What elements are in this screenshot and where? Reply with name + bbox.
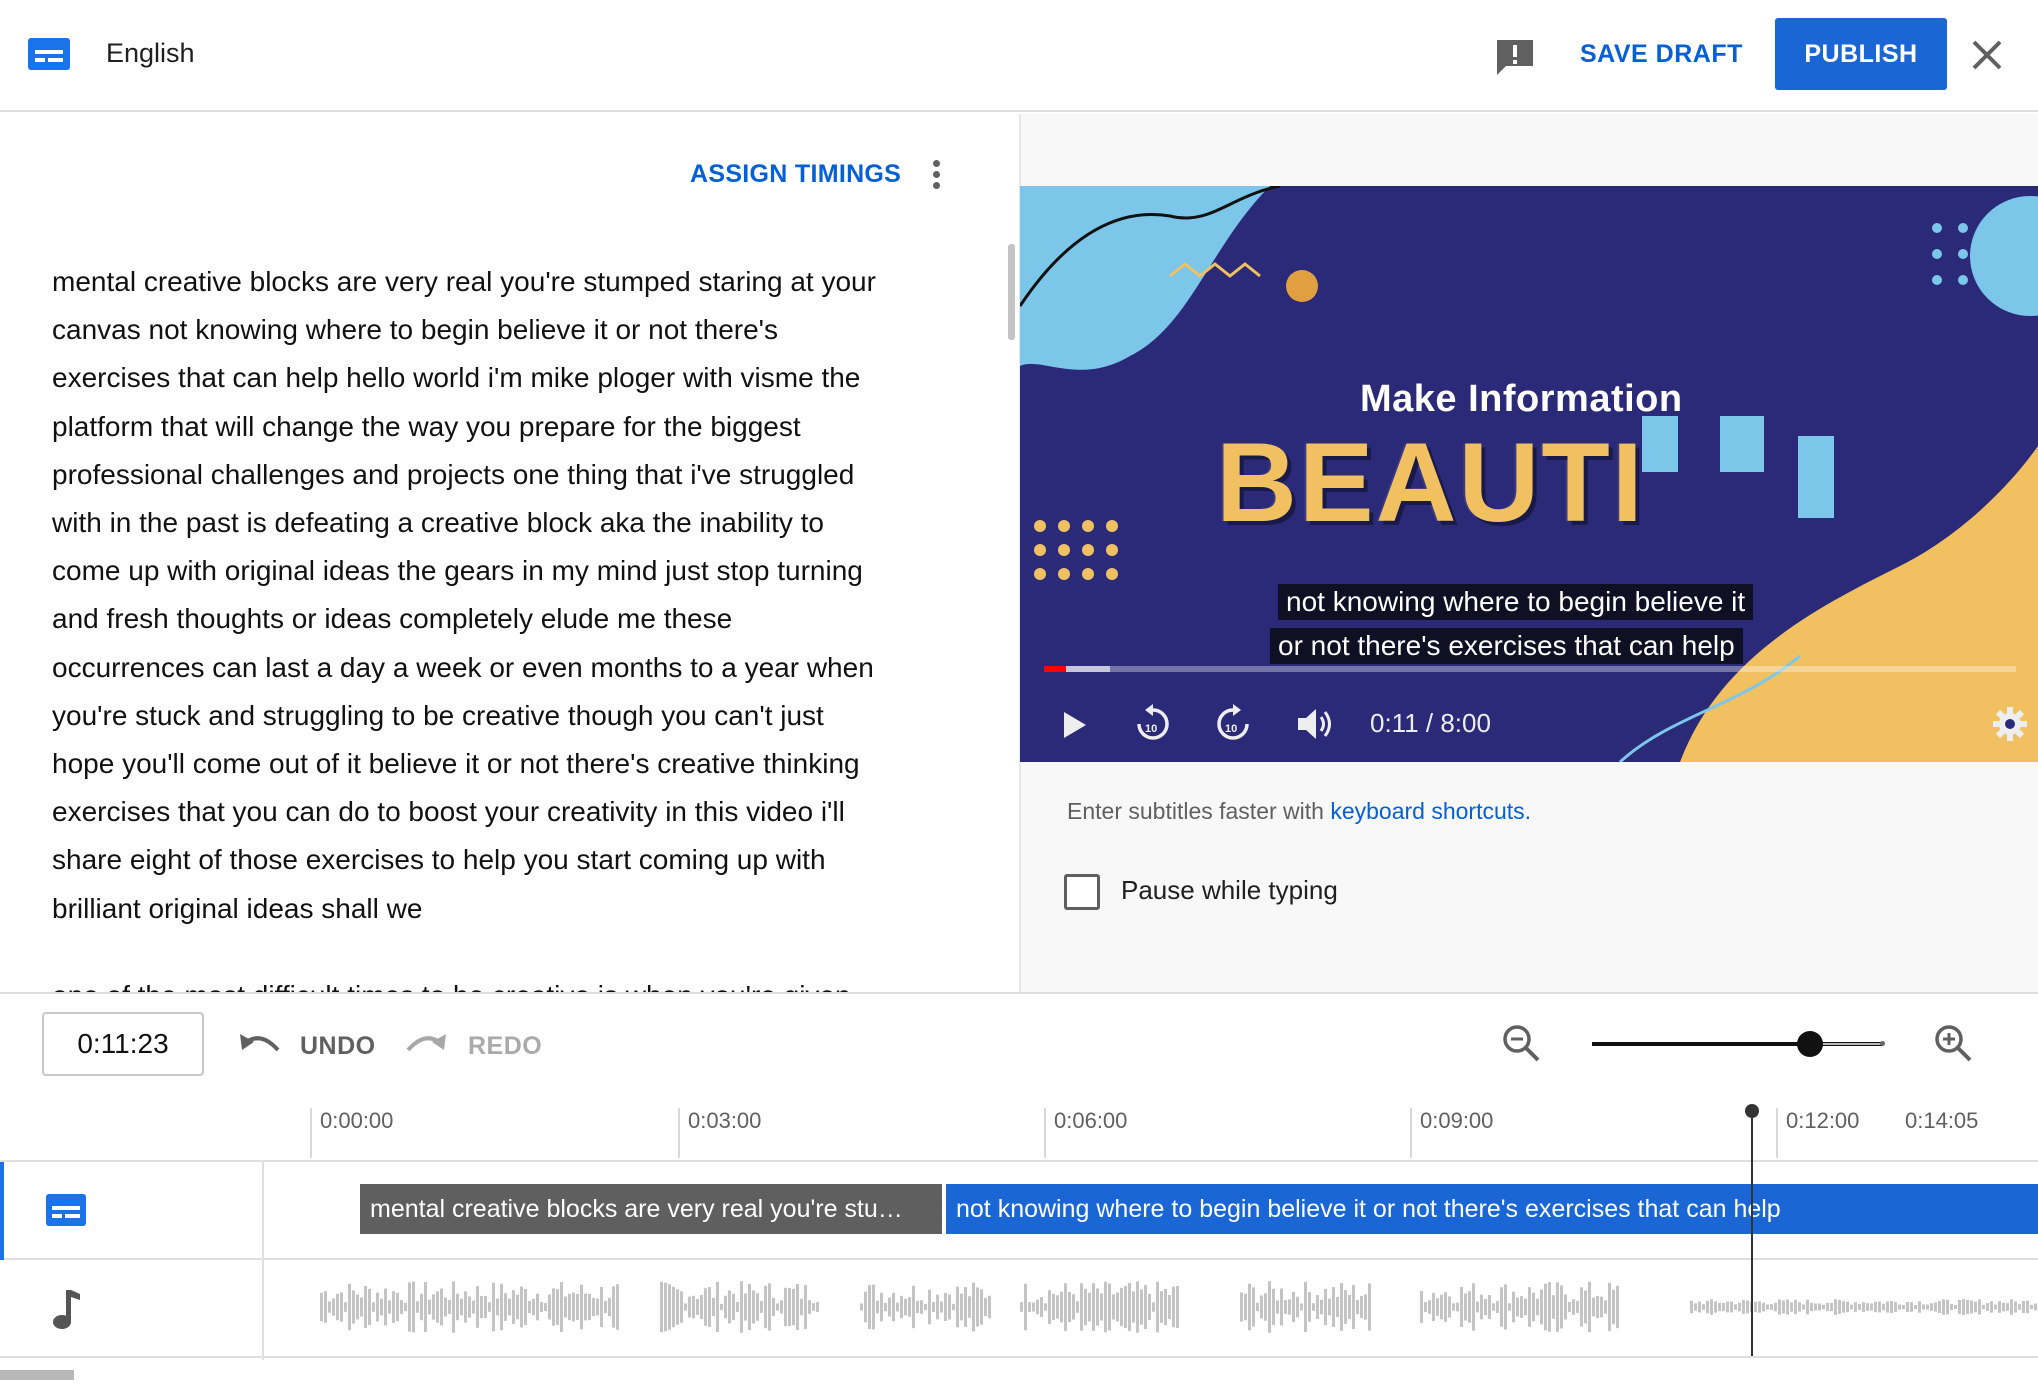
keyboard-shortcuts-link[interactable]: keyboard shortcuts (1330, 798, 1524, 824)
redo-icon[interactable] (404, 1030, 448, 1058)
gear-icon[interactable] (1990, 704, 2030, 744)
undo-icon[interactable] (238, 1030, 282, 1058)
music-note-icon (53, 1290, 80, 1329)
more-vert-icon[interactable] (930, 158, 942, 192)
ruler-tick (1044, 1108, 1046, 1158)
language-title: English (106, 38, 195, 68)
timeline-divider (0, 1160, 2038, 1162)
video-progress-track[interactable] (1044, 666, 2016, 672)
timeline-divider (0, 1258, 2038, 1260)
play-icon[interactable] (1060, 708, 1090, 742)
playhead[interactable] (1751, 1110, 1753, 1356)
video-title-line1: Make Information (1360, 378, 1683, 420)
ruler-label: 0:06:00 (1054, 1108, 1128, 1133)
publish-button[interactable]: PUBLISH (1775, 18, 1947, 90)
zoom-in-icon[interactable] (1932, 1022, 1974, 1064)
save-draft-button[interactable]: SAVE DRAFT (1580, 40, 1743, 69)
subtitle-segment-active[interactable]: not knowing where to begin believe it or… (946, 1184, 2038, 1234)
current-time-field[interactable]: 0:11:23 (42, 1012, 204, 1076)
replay-10-icon[interactable]: 10 (1132, 702, 1174, 746)
zoom-slider-end (1880, 1041, 1885, 1046)
close-icon[interactable] (1968, 36, 2006, 74)
subtitles-icon (46, 1194, 86, 1226)
ruler-label: 0:12:00 (1786, 1108, 1860, 1133)
shortcuts-hint-period: . (1524, 798, 1532, 824)
subtitle-track-indicator (0, 1162, 4, 1260)
undo-button[interactable]: UNDO (300, 1032, 376, 1061)
pause-while-typing-checkbox[interactable] (1064, 874, 1100, 910)
svg-text:10: 10 (1225, 723, 1237, 735)
shortcuts-hint-text: Enter subtitles faster with (1067, 798, 1324, 824)
playhead-handle[interactable] (1745, 1104, 1759, 1118)
shortcuts-hint: Enter subtitles faster with keyboard sho… (1067, 798, 1531, 825)
pause-while-typing-label[interactable]: Pause while typing (1121, 875, 1338, 906)
audio-waveform (320, 1281, 2037, 1333)
zoom-slider-thumb[interactable] (1797, 1031, 1823, 1057)
transcript-next-paragraph: one of the most difficult times to be cr… (52, 972, 952, 992)
ruler-tick (1410, 1108, 1412, 1158)
editor-header: English SAVE DRAFT PUBLISH (0, 0, 2038, 112)
feedback-icon[interactable] (1494, 38, 1536, 76)
ruler-tick (310, 1108, 312, 1158)
video-player[interactable]: Make Information BEAUTI not knowing wher… (1020, 186, 2038, 762)
ruler-label: 0:00:00 (320, 1108, 394, 1133)
forward-10-icon[interactable]: 10 (1212, 702, 1254, 746)
assign-timings-button[interactable]: ASSIGN TIMINGS (690, 160, 901, 189)
caption-line1: not knowing where to begin believe it (1278, 584, 1754, 620)
transcript-scrollbar[interactable] (1008, 244, 1015, 340)
video-time-display: 0:11 / 8:00 (1370, 708, 1491, 738)
redo-button[interactable]: REDO (468, 1032, 542, 1061)
transcript-textarea[interactable]: mental creative blocks are very real you… (52, 258, 952, 933)
ruler-tick (1776, 1108, 1778, 1158)
subtitles-icon (28, 38, 70, 70)
video-progress-played (1044, 666, 1066, 672)
zoom-out-icon[interactable] (1500, 1022, 1542, 1064)
volume-icon[interactable] (1296, 706, 1336, 742)
caption-line2: or not there's exercises that can help (1270, 628, 1743, 664)
ruler-label: 0:03:00 (688, 1108, 762, 1133)
subtitle-segment[interactable]: mental creative blocks are very real you… (360, 1184, 942, 1234)
timeline-scrollbar[interactable] (0, 1370, 74, 1380)
ruler-label: 0:14:05 (1905, 1108, 1979, 1133)
timeline-divider (0, 1356, 2038, 1358)
track-gutter (262, 1160, 264, 1360)
ruler-tick (678, 1108, 680, 1158)
video-title-line2: BEAUTI (1216, 420, 1645, 545)
svg-text:10: 10 (1145, 723, 1157, 735)
ruler-label: 0:09:00 (1420, 1108, 1494, 1133)
